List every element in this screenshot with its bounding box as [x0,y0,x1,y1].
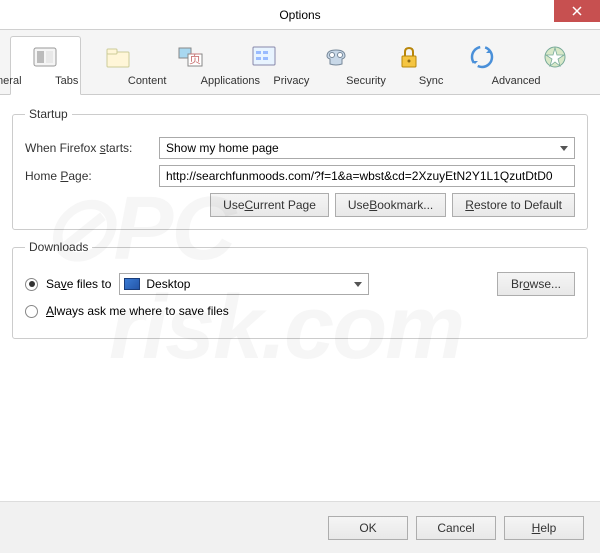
save-location-value: Desktop [146,277,190,291]
tab-label: Advanced [492,75,600,87]
tabs-icon [102,41,134,73]
security-icon [393,41,425,73]
always-ask-radio[interactable] [25,305,38,318]
general-icon [29,41,61,73]
options-toolbar: General Tabs 页 Content Applications Priv… [0,30,600,95]
ok-button[interactable]: OK [328,516,408,540]
sync-icon [466,41,498,73]
svg-text:页: 页 [189,52,201,66]
applications-icon [248,41,280,73]
options-content: Startup When Firefox starts: Show my hom… [0,95,600,351]
save-location-select[interactable]: Desktop [119,273,369,295]
cancel-button[interactable]: Cancel [416,516,496,540]
browse-button[interactable]: Browse... [497,272,575,296]
content-icon: 页 [175,41,207,73]
downloads-legend: Downloads [25,240,92,254]
restore-default-button[interactable]: Restore to Default [452,193,575,217]
dialog-footer: OK Cancel Help [0,501,600,553]
tab-advanced[interactable]: Advanced [519,36,590,94]
homepage-input[interactable] [159,165,575,187]
help-button[interactable]: Help [504,516,584,540]
use-bookmark-button[interactable]: Use Bookmark... [335,193,446,217]
desktop-icon [124,278,140,290]
startup-behavior-select[interactable]: Show my home page [159,137,575,159]
startup-group: Startup When Firefox starts: Show my hom… [12,107,588,230]
use-current-page-button[interactable]: Use Current Page [210,193,329,217]
window-title: Options [279,8,320,22]
close-button[interactable] [554,0,600,22]
homepage-label: Home Page: [25,169,151,183]
startup-behavior-value: Show my home page [166,141,279,155]
titlebar: Options [0,0,600,30]
privacy-icon [320,41,352,73]
downloads-group: Downloads Save files to Desktop Browse..… [12,240,588,339]
startup-legend: Startup [25,107,72,121]
advanced-icon [539,41,571,73]
save-files-to-label: Save files to [46,277,111,291]
always-ask-label: Always ask me where to save files [46,304,229,318]
save-files-to-radio[interactable] [25,278,38,291]
when-firefox-starts-label: When Firefox starts: [25,141,151,155]
